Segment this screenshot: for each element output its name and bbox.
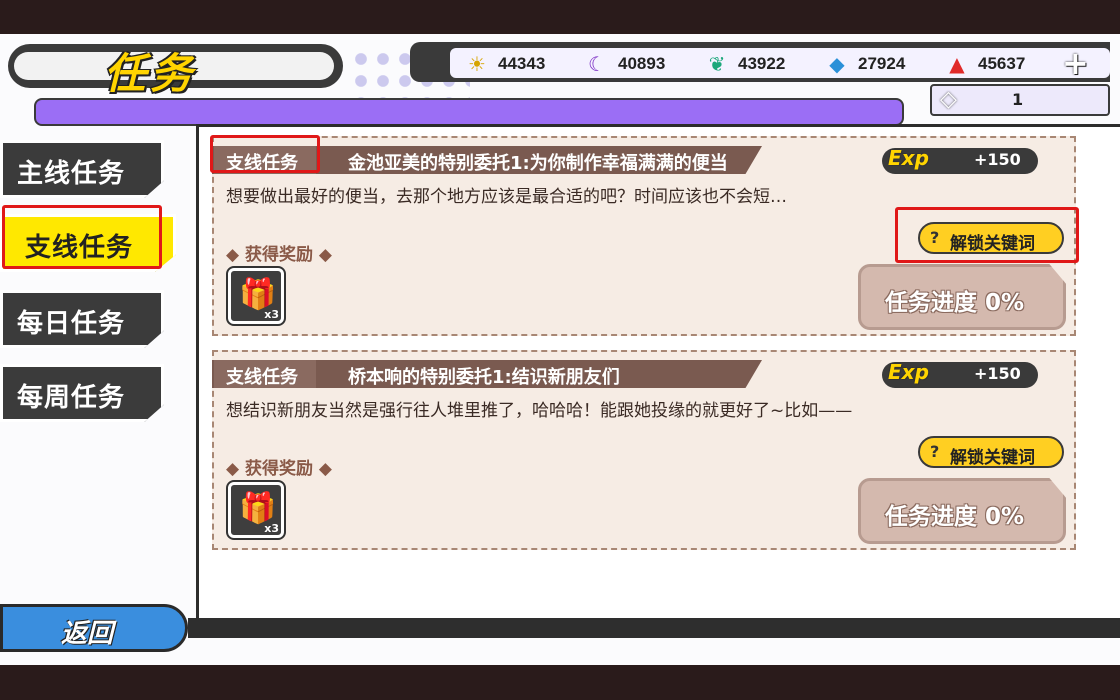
flame-icon: ▲ xyxy=(949,52,965,76)
bottom-border xyxy=(0,665,1120,700)
resource-moon: ☾ 40893 xyxy=(586,52,665,76)
resource-flame: ▲ 45637 xyxy=(946,52,1025,76)
gem-count: 1 xyxy=(1012,90,1024,109)
water-drop-icon: ◆ xyxy=(829,52,845,76)
exp-badge: Exp xyxy=(888,360,929,384)
resource-sun: ☀ 44343 xyxy=(466,52,545,76)
exp-value: +150 xyxy=(974,364,1021,383)
sun-icon: ☀ xyxy=(468,52,486,76)
back-button[interactable]: 返回 xyxy=(0,604,188,652)
quest-type: 支线任务 xyxy=(226,367,298,388)
exp-value: +150 xyxy=(974,150,1021,169)
resource-water: ◆ 27924 xyxy=(826,52,905,76)
hint-icon: ? xyxy=(930,442,940,461)
highlight-box xyxy=(210,135,320,173)
quest-progress-button[interactable]: 任务进度 0% xyxy=(858,264,1066,330)
quest-description: 想结识新朋友当然是强行往人堆里推了，哈哈哈！能跟她投缘的就更好了~比如—— xyxy=(226,401,853,421)
tab-weekly-quest[interactable]: 每周任务 xyxy=(0,364,164,422)
reward-count: x3 xyxy=(264,522,279,535)
quest-description: 想要做出最好的便当，去那个地方应该是最合适的吧？时间应该也不会短… xyxy=(226,187,787,207)
highlight-box xyxy=(895,207,1079,263)
reward-label: ◆ 获得奖励 ◆ xyxy=(226,245,332,265)
tab-daily-quest[interactable]: 每日任务 xyxy=(0,290,164,348)
quest-title: 金池亚美的特别委托1:为你制作幸福满满的便当 xyxy=(348,153,728,174)
gift-box-icon: 🎁 xyxy=(239,491,277,526)
tab-main-quest[interactable]: 主线任务 xyxy=(0,140,164,198)
exp-badge: Exp xyxy=(888,146,929,170)
reward-label: ◆ 获得奖励 ◆ xyxy=(226,459,332,479)
moon-icon: ☾ xyxy=(588,52,606,76)
quest-title: 桥本响的特别委托1:结识新朋友们 xyxy=(348,367,620,388)
gift-box-icon: 🎁 xyxy=(239,277,277,312)
reward-gift-item[interactable]: 🎁 x3 xyxy=(228,482,284,538)
top-border xyxy=(0,0,1120,34)
page-title: 任务 xyxy=(104,49,197,98)
header-strip xyxy=(34,98,904,126)
diamond-icon: ◇ xyxy=(940,87,957,112)
add-resource-button[interactable]: + xyxy=(1062,47,1089,79)
reward-count: x3 xyxy=(264,308,279,321)
resource-leaf: ❦ 43922 xyxy=(706,52,786,76)
reward-gift-item[interactable]: 🎁 x3 xyxy=(228,268,284,324)
unlock-keyword-button[interactable]: ? 解锁关键词 xyxy=(918,436,1064,468)
quest-screen: 任务 ☀ 44343 ☾ 40893 ❦ 43922 ◆ 27924 ▲ 456… xyxy=(0,34,1120,665)
bottom-bar xyxy=(188,618,1120,638)
highlight-box xyxy=(2,205,162,269)
quest-progress-button[interactable]: 任务进度 0% xyxy=(858,478,1066,544)
leaf-icon: ❦ xyxy=(708,52,726,76)
quest-card: 支线任务 桥本响的特别委托1:结识新朋友们 Exp +150 想结识新朋友当然是… xyxy=(212,350,1076,550)
